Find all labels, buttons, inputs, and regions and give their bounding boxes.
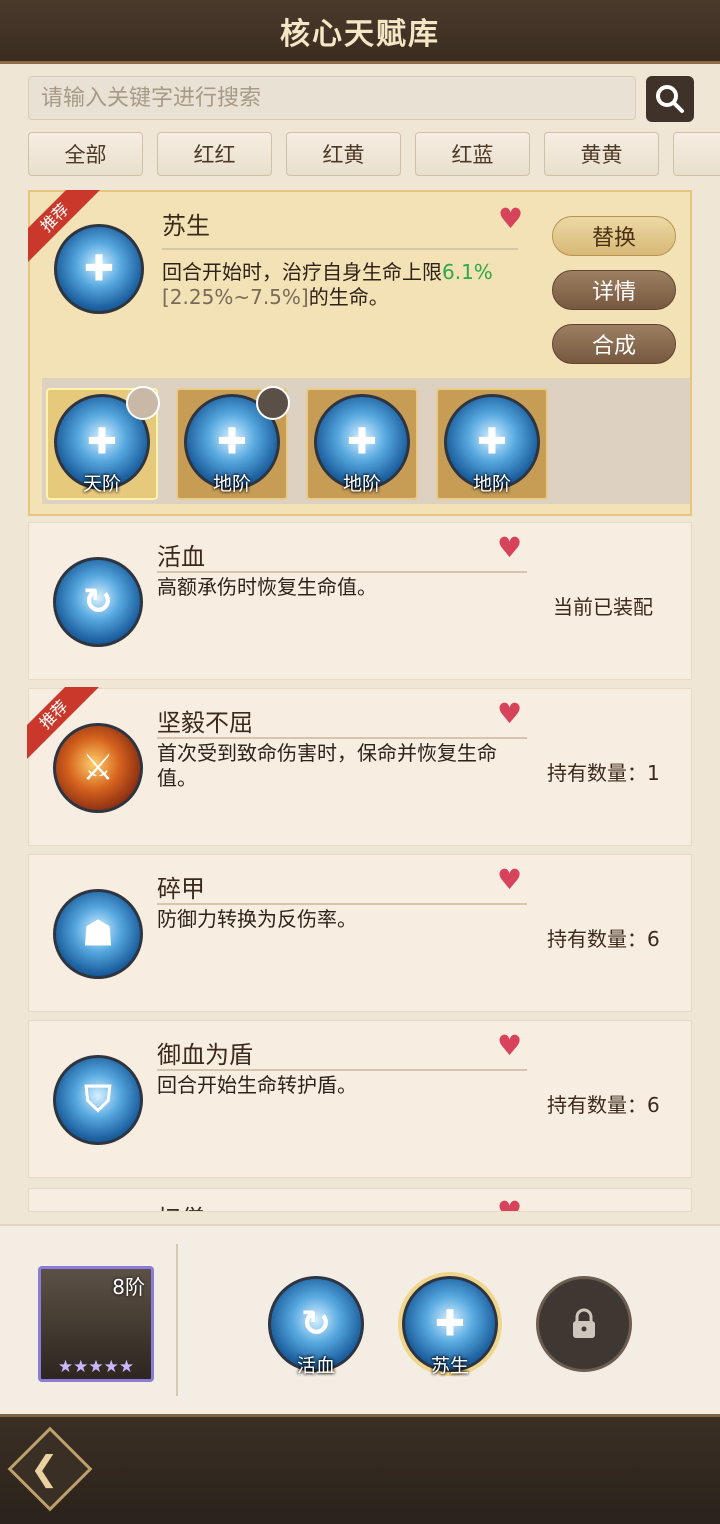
variant-earth[interactable]: ✚ 地阶 bbox=[306, 388, 418, 500]
locked-slot[interactable] bbox=[536, 1276, 632, 1372]
name-underline bbox=[157, 1069, 527, 1071]
search-button[interactable] bbox=[646, 76, 694, 122]
search-input[interactable]: 请输入关键字进行搜索 bbox=[28, 76, 636, 120]
variant-strip: ✚ 天阶 ✚ 地阶 ✚ 地阶 ✚ 地阶 bbox=[42, 378, 690, 504]
talent-name: 扫僧 bbox=[157, 1199, 205, 1211]
talent-card-selected[interactable]: 推荐 ✚ 苏生 ♥ 回合开始时，治疗自身生命上限6.1%[2.25%~7.5%]… bbox=[28, 190, 692, 516]
hero-portrait[interactable]: 8阶 ★★★★★ bbox=[38, 1266, 154, 1382]
tab-red-blue[interactable]: 红蓝 bbox=[415, 132, 530, 176]
details-button[interactable]: 详情 bbox=[552, 270, 676, 310]
talent-range: [2.25%~7.5%] bbox=[162, 285, 309, 309]
talent-value: 6.1% bbox=[442, 260, 493, 284]
search-icon bbox=[656, 85, 684, 113]
talent-name: 碎甲 bbox=[157, 875, 205, 903]
footer-bar: ❮ bbox=[0, 1414, 720, 1524]
tab-yellow-yellow[interactable]: 黄黄 bbox=[544, 132, 659, 176]
tab-red-red[interactable]: 红红 bbox=[157, 132, 272, 176]
favorite-heart-icon[interactable]: ♥ bbox=[497, 697, 522, 730]
talent-name: 活血 bbox=[157, 543, 205, 571]
hero-stars: ★★★★★ bbox=[57, 1357, 135, 1377]
compose-button[interactable]: 合成 bbox=[552, 324, 676, 364]
owned-count: 持有数量：6 bbox=[547, 927, 660, 951]
variant-earth[interactable]: ✚ 地阶 bbox=[176, 386, 290, 500]
talent-card[interactable]: ↻ 活血 ♥ 高额承伤时恢复生命值。 当前已装配 bbox=[28, 522, 692, 680]
talent-description: 防御力转换为反伤率。 bbox=[157, 907, 357, 931]
name-underline bbox=[157, 737, 527, 739]
title-bar: 核心天赋库 bbox=[0, 0, 720, 64]
blood-talent-icon: ↻ bbox=[53, 557, 143, 647]
name-underline bbox=[157, 903, 527, 905]
tab-all[interactable]: 全部 bbox=[28, 132, 143, 176]
variant-earth[interactable]: ✚ 地阶 bbox=[436, 388, 548, 500]
talent-name: 苏生 bbox=[162, 212, 210, 240]
owner-avatar bbox=[126, 386, 160, 420]
resolve-talent-icon: ⚔ bbox=[53, 723, 143, 813]
lock-icon bbox=[573, 1308, 595, 1338]
talent-name: 坚毅不屈 bbox=[157, 709, 253, 737]
talent-description: 回合开始生命转护盾。 bbox=[157, 1073, 357, 1097]
replace-button[interactable]: 替换 bbox=[552, 216, 676, 256]
name-underline bbox=[162, 248, 518, 250]
tab-overflow[interactable] bbox=[673, 132, 720, 176]
owned-count: 持有数量：6 bbox=[547, 1093, 660, 1117]
favorite-heart-icon[interactable]: ♥ bbox=[498, 202, 523, 235]
back-arrow-icon: ❮ bbox=[30, 1449, 59, 1489]
talent-card[interactable]: ⛉ 御血为盾 ♥ 回合开始生命转护盾。 持有数量：6 bbox=[28, 1020, 692, 1178]
hero-rank: 8阶 bbox=[112, 1275, 145, 1299]
talent-description: 首次受到致命伤害时，保命并恢复生命值。 bbox=[157, 741, 497, 790]
tab-red-yellow[interactable]: 红黄 bbox=[286, 132, 401, 176]
equipped-slot-2[interactable]: ✚ 苏生 bbox=[402, 1276, 498, 1377]
filter-tabs: 全部 红红 红黄 红蓝 黄黄 bbox=[28, 132, 720, 176]
page-title: 核心天赋库 bbox=[280, 16, 440, 52]
talent-card[interactable]: ☗ 碎甲 ♥ 防御力转换为反伤率。 持有数量：6 bbox=[28, 854, 692, 1012]
favorite-heart-icon[interactable]: ♥ bbox=[497, 1195, 522, 1211]
revive-talent-icon: ✚ bbox=[54, 224, 144, 314]
talent-card[interactable]: 推荐 ⚔ 坚毅不屈 ♥ 首次受到致命伤害时，保命并恢复生命值。 持有数量：1 bbox=[27, 687, 692, 846]
shatter-armor-talent-icon: ☗ bbox=[53, 889, 143, 979]
equipped-slot-1[interactable]: ↻ 活血 bbox=[268, 1276, 364, 1377]
equipped-status: 当前已装配 bbox=[553, 595, 653, 619]
talent-card-partial[interactable]: 扫僧 ♥ bbox=[28, 1188, 692, 1212]
variant-heaven[interactable]: ✚ 天阶 bbox=[46, 386, 160, 500]
talent-description: 回合开始时，治疗自身生命上限6.1%[2.25%~7.5%]的生命。 bbox=[162, 260, 493, 309]
favorite-heart-icon[interactable]: ♥ bbox=[497, 531, 522, 564]
blood-shield-talent-icon: ⛉ bbox=[53, 1055, 143, 1145]
owned-count: 持有数量：1 bbox=[547, 761, 660, 785]
talent-name: 御血为盾 bbox=[157, 1041, 253, 1069]
owner-avatar bbox=[256, 386, 290, 420]
name-underline bbox=[157, 571, 527, 573]
talent-description: 高额承伤时恢复生命值。 bbox=[157, 575, 377, 599]
loadout-divider bbox=[176, 1244, 178, 1396]
favorite-heart-icon[interactable]: ♥ bbox=[497, 863, 522, 896]
favorite-heart-icon[interactable]: ♥ bbox=[497, 1029, 522, 1062]
